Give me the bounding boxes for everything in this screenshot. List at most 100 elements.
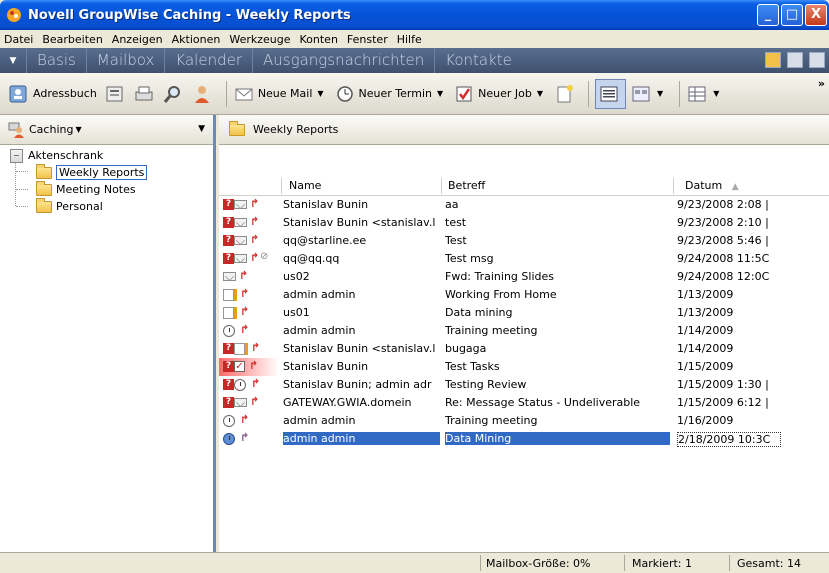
table-row[interactable]: ↱ admin admin Data Mining 2/18/2009 10:3C	[219, 430, 829, 448]
address-book-button[interactable]: Adressbuch	[8, 79, 100, 109]
row-name: admin admin	[283, 324, 356, 337]
folders-icon[interactable]	[765, 52, 781, 68]
table-row[interactable]: ↱ us01 Data mining 1/13/2009	[219, 304, 829, 322]
table-row[interactable]: ? ↱ Stanislav Bunin <stanislav.l bugaga 1/14…	[219, 340, 829, 358]
close-button[interactable]: X	[805, 4, 827, 26]
menu-item-werkzeuge[interactable]: Werkzeuge	[229, 33, 290, 46]
menu-item-aktionen[interactable]: Aktionen	[172, 33, 221, 46]
folder-pane: Caching ▼ ▼ Aktenschrank Weekly Reports …	[0, 115, 216, 552]
table-row[interactable]: ? ↱ GATEWAY.GWIA.domein Re: Message Status …	[219, 394, 829, 412]
menu-item-konten[interactable]: Konten	[300, 33, 338, 46]
new-task-dropdown-icon[interactable]: ▼	[537, 89, 543, 98]
menu-item-fenster[interactable]: Fenster	[347, 33, 388, 46]
menu-item-datei[interactable]: Datei	[4, 33, 33, 46]
envelope-icon	[234, 254, 247, 263]
tree-item-label: Aktenschrank	[28, 149, 104, 162]
new-document-icon	[553, 83, 575, 105]
preview-pane-icon	[598, 83, 620, 105]
table-row[interactable]: ↱ admin admin Training meeting 1/16/2009	[219, 412, 829, 430]
preview-icon[interactable]	[787, 52, 803, 68]
new-mail-label: Neue Mail	[257, 87, 313, 100]
new-note-button[interactable]	[553, 79, 578, 109]
reply-arrow-icon: ↱	[239, 269, 249, 282]
new-appointment-dropdown-icon[interactable]: ▼	[437, 89, 443, 98]
tab-kalender[interactable]: Kalender	[164, 48, 252, 73]
new-task-button[interactable]: Neuer Job ▼	[453, 79, 549, 109]
attachment-icon: ⊘	[260, 251, 269, 262]
sort-ascending-icon: ▲	[731, 182, 739, 192]
properties-button[interactable]	[104, 79, 129, 109]
tab-ausgangsnachrichten[interactable]: Ausgangsnachrichten	[252, 48, 434, 73]
reply-arrow-icon: ↱	[240, 287, 250, 300]
menu-item-bearbeiten[interactable]: Bearbeiten	[42, 33, 102, 46]
table-row[interactable]: ? ↱ Stanislav Bunin; admin adr Testing Revi…	[219, 376, 829, 394]
folder-pane-dropdown-icon[interactable]: ▼	[198, 124, 205, 134]
tab-kontakte[interactable]: Kontakte	[434, 48, 522, 73]
table-row[interactable]: ? ↱ Stanislav Bunin aa 9/23/2008 2:08 |	[219, 196, 829, 214]
folder-tree: Aktenschrank Weekly Reports Meeting Note…	[0, 145, 213, 215]
reply-arrow-icon: ↱	[240, 413, 250, 426]
row-date: 2/18/2009 10:3C	[677, 432, 781, 447]
grid-view-icon	[686, 83, 708, 105]
display-settings-button[interactable]: ▼	[630, 79, 669, 109]
item-list-pane: Weekly Reports Name Betreff Datum ▲ ? ↱ St…	[219, 115, 829, 552]
table-row[interactable]: ? ↱ ⊘ qq@qq.qq Test msg 9/24/2008 11:5C	[219, 250, 829, 268]
row-date: 9/23/2008 5:46 |	[677, 234, 769, 247]
caching-dropdown-icon[interactable]: ▼	[75, 125, 81, 134]
envelope-icon	[234, 218, 247, 227]
table-row[interactable]: ↱ us02 Fwd: Training Slides 9/24/2008 12:0C	[219, 268, 829, 286]
groupwise-app-icon	[6, 7, 22, 23]
nav-dropdown-icon[interactable]: ▼	[0, 56, 26, 66]
row-subject: Test	[445, 234, 467, 247]
tab-basis[interactable]: Basis	[26, 48, 86, 73]
menu-item-anzeigen[interactable]: Anzeigen	[112, 33, 163, 46]
new-mail-dropdown-icon[interactable]: ▼	[317, 89, 323, 98]
display-settings-dropdown-icon[interactable]: ▼	[657, 89, 663, 98]
find-button[interactable]	[162, 79, 187, 109]
row-date: 9/23/2008 2:08 |	[677, 198, 769, 211]
table-row[interactable]: ? ✓ ↱ Stanislav Bunin Test Tasks 1/15/2009	[219, 358, 829, 376]
pencil-icon	[234, 307, 237, 319]
grid-view-button[interactable]: ▼	[686, 79, 725, 109]
column-header-subject[interactable]: Betreff	[448, 179, 485, 192]
tree-item-meeting-notes[interactable]: Meeting Notes	[0, 180, 213, 198]
unread-flag-icon: ?	[223, 253, 234, 264]
table-row[interactable]: ↱ admin admin Working From Home 1/13/2009	[219, 286, 829, 304]
item-icons: ↱	[223, 413, 273, 429]
toolbar-overflow-icon[interactable]: »	[818, 77, 825, 90]
table-row[interactable]: ? ↱ Stanislav Bunin <stanislav.l test 9/23/2…	[219, 214, 829, 232]
row-date: 1/13/2009	[677, 288, 734, 301]
minimize-button[interactable]: _	[757, 4, 779, 26]
person-icon	[191, 83, 213, 105]
table-row[interactable]: ? ↱ qq@starline.ee Test 9/23/2008 5:46 |	[219, 232, 829, 250]
pencil-icon	[234, 289, 237, 301]
note-icon	[223, 307, 234, 319]
column-header-name[interactable]: Name	[289, 179, 321, 192]
tree-item-personal[interactable]: Personal	[0, 197, 213, 215]
contacts-button[interactable]	[191, 79, 216, 109]
new-task-label: Neuer Job	[478, 87, 532, 100]
column-header-date[interactable]: Datum ▲	[685, 179, 739, 192]
row-subject: Working From Home	[445, 288, 557, 301]
grid-view-dropdown-icon[interactable]: ▼	[713, 89, 719, 98]
new-appointment-button[interactable]: Neuer Termin ▼	[334, 79, 450, 109]
tree-item-weekly-reports[interactable]: Weekly Reports	[0, 163, 213, 181]
maximize-button[interactable]: □	[781, 4, 803, 26]
tree-item-aktenschrank[interactable]: Aktenschrank	[0, 147, 213, 164]
table-row[interactable]: ↱ admin admin Training meeting 1/14/2009	[219, 322, 829, 340]
reply-arrow-icon: ↱	[250, 215, 260, 228]
tree-item-label: Personal	[56, 200, 103, 213]
menu-item-hilfe[interactable]: Hilfe	[397, 33, 422, 46]
item-icons: ? ✓ ↱	[223, 359, 273, 375]
item-icons: ↱	[223, 323, 273, 339]
row-subject: Training meeting	[445, 324, 538, 337]
preview-pane-button[interactable]	[595, 78, 627, 109]
new-mail-button[interactable]: Neue Mail ▼	[233, 79, 330, 109]
unread-flag-icon: ?	[223, 361, 234, 372]
tab-mailbox[interactable]: Mailbox	[85, 48, 165, 73]
calendar-view-icon[interactable]	[809, 52, 825, 68]
print-button[interactable]	[133, 79, 158, 109]
reply-arrow-icon: ↱	[250, 251, 260, 264]
appointment-icon	[223, 415, 235, 427]
caching-selector[interactable]: Caching ▼ ▼	[0, 115, 213, 145]
